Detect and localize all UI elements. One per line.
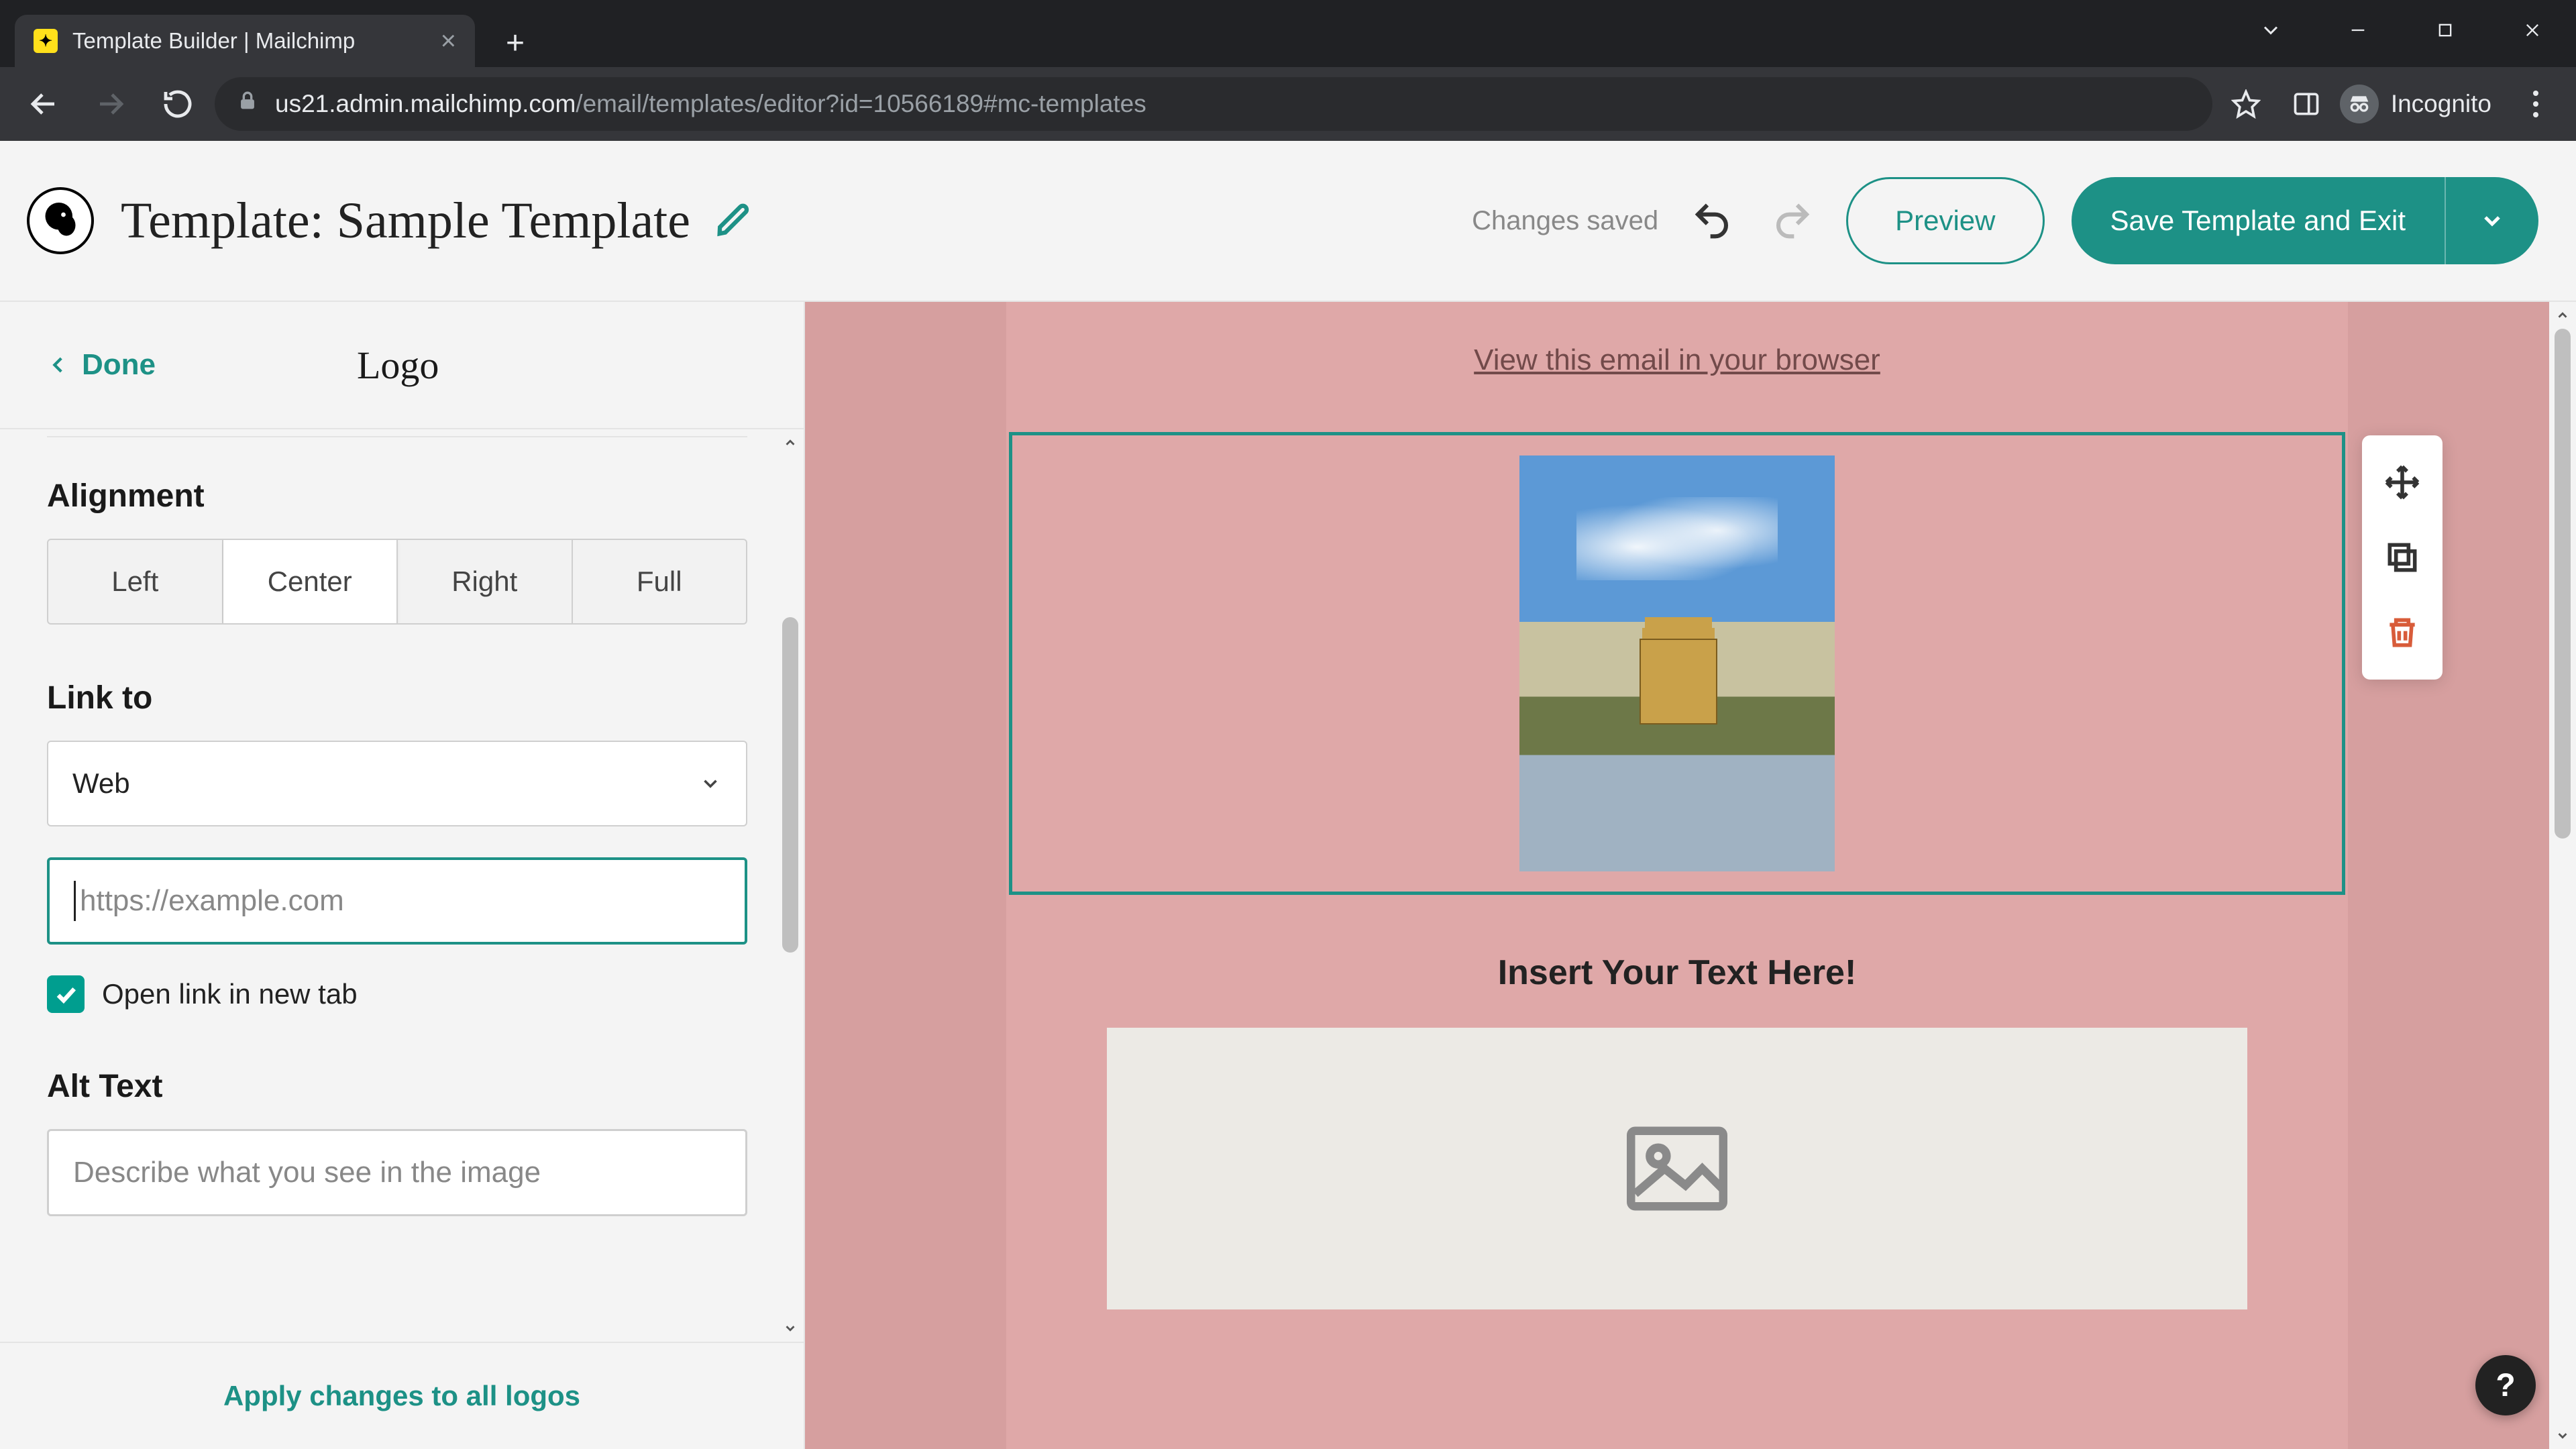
- open-new-tab-label: Open link in new tab: [102, 978, 358, 1010]
- alignment-option-full[interactable]: Full: [573, 540, 747, 623]
- panel-header: Done Logo: [0, 302, 804, 429]
- undo-button[interactable]: [1685, 194, 1739, 248]
- view-in-browser-link[interactable]: View this email in your browser: [1474, 343, 1880, 376]
- link-to-select-value: Web: [72, 767, 130, 800]
- block-move-handle[interactable]: [2362, 445, 2443, 520]
- alignment-option-right[interactable]: Right: [398, 540, 573, 623]
- alignment-option-left[interactable]: Left: [48, 540, 223, 623]
- block-delete-button[interactable]: [2362, 595, 2443, 670]
- alt-text-label: Alt Text: [47, 1068, 747, 1105]
- image-placeholder-icon: [1627, 1125, 1727, 1212]
- properties-panel: Done Logo Alignment LeftCenterRightFull …: [0, 302, 805, 1449]
- browser-reload-button[interactable]: [148, 74, 208, 134]
- save-status: Changes saved: [1472, 206, 1658, 236]
- email-canvas[interactable]: View this email in your browser Insert Y…: [805, 302, 2576, 1449]
- window-controls: [2227, 13, 2576, 47]
- canvas-scrollbar[interactable]: [2549, 302, 2576, 1449]
- email-content-column[interactable]: View this email in your browser Insert Y…: [1006, 302, 2348, 1449]
- browser-forward-button[interactable]: [80, 74, 141, 134]
- mailchimp-logo-icon[interactable]: [27, 187, 94, 254]
- scroll-up-icon[interactable]: [783, 429, 798, 456]
- browser-tab-active[interactable]: ✦ Template Builder | Mailchimp ×: [15, 15, 475, 67]
- lock-icon: [236, 90, 259, 119]
- heading-block[interactable]: Insert Your Text Here!: [1006, 895, 2348, 1028]
- link-to-select[interactable]: Web: [47, 741, 747, 826]
- link-url-input[interactable]: https://example.com: [47, 857, 747, 945]
- checkbox-checked-icon: [47, 975, 85, 1013]
- side-panel-icon[interactable]: [2279, 77, 2333, 131]
- scroll-thumb[interactable]: [2555, 329, 2571, 839]
- alignment-segmented-control[interactable]: LeftCenterRightFull: [47, 539, 747, 625]
- bookmark-star-icon[interactable]: [2219, 77, 2273, 131]
- browser-address-bar[interactable]: us21.admin.mailchimp.com/email/templates…: [215, 77, 2212, 131]
- browser-tabstrip: ✦ Template Builder | Mailchimp × +: [0, 0, 2576, 67]
- image-placeholder-block[interactable]: [1107, 1028, 2247, 1309]
- block-duplicate-button[interactable]: [2362, 520, 2443, 595]
- open-new-tab-checkbox[interactable]: Open link in new tab: [47, 975, 747, 1013]
- preview-button[interactable]: Preview: [1846, 177, 2044, 264]
- alt-text-placeholder: Describe what you see in the image: [73, 1156, 541, 1189]
- save-template-dropdown[interactable]: [2445, 177, 2538, 264]
- save-template-group: Save Template and Exit: [2072, 177, 2539, 264]
- new-tab-button[interactable]: +: [495, 23, 535, 63]
- window-minimize-icon[interactable]: [2314, 13, 2402, 47]
- redo-button[interactable]: [1766, 194, 1819, 248]
- panel-back-label: Done: [82, 348, 156, 382]
- alt-text-input[interactable]: Describe what you see in the image: [47, 1129, 747, 1216]
- scroll-thumb[interactable]: [782, 617, 798, 953]
- panel-title: Logo: [357, 343, 439, 388]
- window-close-icon[interactable]: [2489, 13, 2576, 47]
- browser-url: us21.admin.mailchimp.com/email/templates…: [275, 90, 1146, 118]
- edit-title-button[interactable]: [710, 199, 755, 243]
- scroll-down-icon[interactable]: [783, 1315, 798, 1342]
- incognito-indicator[interactable]: Incognito: [2340, 85, 2502, 123]
- link-url-placeholder: https://example.com: [80, 884, 344, 918]
- incognito-icon: [2340, 85, 2379, 123]
- chevron-down-icon: [699, 772, 722, 795]
- logo-block[interactable]: [1009, 432, 2345, 895]
- tab-title: Template Builder | Mailchimp: [72, 28, 355, 54]
- app-body: Done Logo Alignment LeftCenterRightFull …: [0, 302, 2576, 1449]
- incognito-label: Incognito: [2391, 90, 2491, 118]
- scroll-down-icon[interactable]: [2549, 1422, 2576, 1449]
- app-topbar: Template: Sample Template Changes saved …: [0, 141, 2576, 302]
- browser-window: ✦ Template Builder | Mailchimp × + us21.…: [0, 0, 2576, 1449]
- help-button[interactable]: ?: [2475, 1355, 2536, 1415]
- divider: [47, 436, 747, 437]
- scroll-up-icon[interactable]: [2549, 302, 2576, 329]
- block-floating-toolbar: [2362, 435, 2443, 680]
- panel-scroll-region: Alignment LeftCenterRightFull Link to We…: [0, 429, 804, 1342]
- logo-image[interactable]: [1519, 455, 1835, 871]
- tab-close-icon[interactable]: ×: [441, 28, 456, 54]
- browser-back-button[interactable]: [13, 74, 74, 134]
- scroll-track[interactable]: [2549, 329, 2576, 1422]
- scroll-track[interactable]: [777, 456, 804, 1315]
- window-maximize-icon[interactable]: [2402, 13, 2489, 47]
- template-title-text: Template: Sample Template: [121, 192, 690, 250]
- app-root: Template: Sample Template Changes saved …: [0, 141, 2576, 1449]
- apply-all-logos-button[interactable]: Apply changes to all logos: [0, 1342, 804, 1449]
- alignment-label: Alignment: [47, 478, 747, 515]
- tab-favicon-icon: ✦: [34, 29, 58, 53]
- panel-back-button[interactable]: Done: [47, 348, 156, 382]
- browser-menu-button[interactable]: [2509, 77, 2563, 131]
- alignment-option-center[interactable]: Center: [223, 540, 398, 623]
- browser-toolbar: us21.admin.mailchimp.com/email/templates…: [0, 67, 2576, 141]
- panel-scrollbar[interactable]: [777, 429, 804, 1342]
- view-in-browser-block: View this email in your browser: [1006, 302, 2348, 432]
- tabs-chevron-down-icon[interactable]: [2227, 13, 2314, 47]
- save-template-exit-button[interactable]: Save Template and Exit: [2072, 177, 2445, 264]
- link-to-label: Link to: [47, 680, 747, 716]
- template-title: Template: Sample Template: [121, 192, 755, 250]
